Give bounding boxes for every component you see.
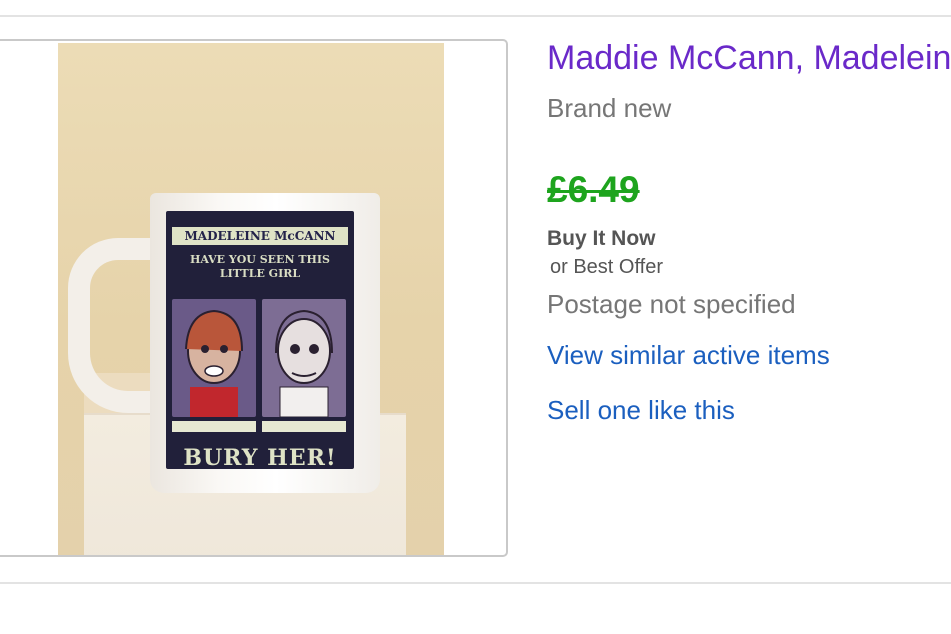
print-line-1: HAVE YOU SEEN THIS [190, 253, 330, 266]
item-condition: Brand new [547, 93, 672, 123]
best-offer-text: or Best Offer [550, 256, 664, 278]
print-subtitle: HAVE YOU SEEN THIS LITTLE GIRL [172, 253, 348, 281]
product-photo: MADELEINE McCANN HAVE YOU SEEN THIS LITT… [58, 43, 444, 555]
bottom-divider [0, 582, 951, 584]
portrait-right-caption [262, 421, 346, 432]
print-bottom-text: BURY HER! [183, 445, 337, 471]
mug-print: MADELEINE McCANN HAVE YOU SEEN THIS LITT… [166, 211, 354, 471]
buying-format: Buy It Now [547, 227, 656, 250]
portrait-left-drawing [185, 309, 243, 417]
top-divider [0, 15, 951, 17]
view-similar-link[interactable]: View similar active items [547, 339, 830, 371]
item-price: £6.49 [547, 169, 640, 210]
print-line-2: LITTLE GIRL [219, 267, 301, 280]
listing-title-link[interactable]: Maddie McCann, Madeleine [547, 38, 951, 78]
print-portrait-left [172, 299, 256, 417]
print-portrait-right [262, 299, 346, 418]
listing-thumbnail[interactable]: MADELEINE McCANN HAVE YOU SEEN THIS LITT… [0, 39, 508, 557]
print-title: MADELEINE McCANN [172, 227, 348, 245]
portrait-right-drawing [275, 309, 333, 418]
postage-info: Postage not specified [547, 289, 796, 319]
sell-one-like-this-link[interactable]: Sell one like this [547, 394, 735, 426]
portrait-left-caption [172, 421, 256, 432]
